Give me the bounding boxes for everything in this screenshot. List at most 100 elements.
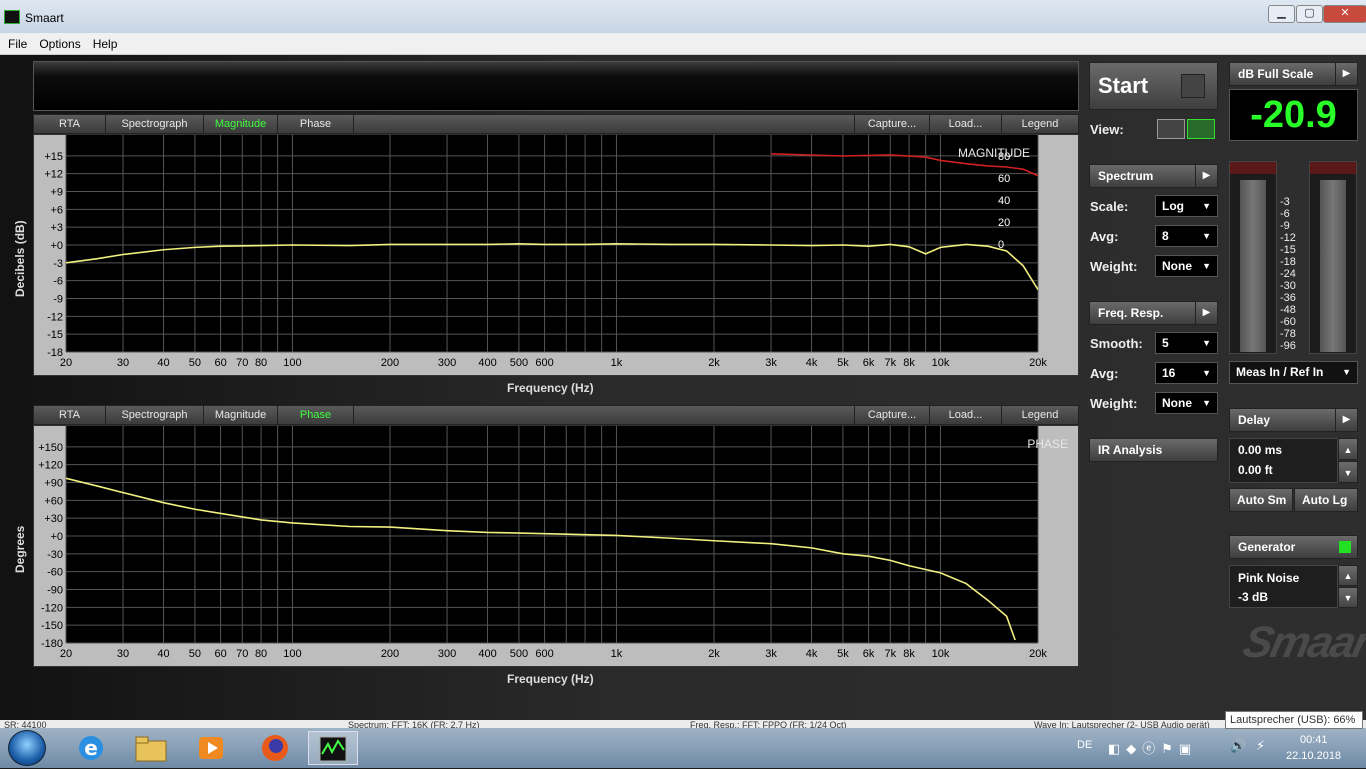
close-button[interactable]: ✕ <box>1323 5 1366 23</box>
clock-date[interactable]: 22.10.2018 <box>1286 750 1341 762</box>
delay-arrow-icon[interactable]: ▶ <box>1335 409 1357 431</box>
y-tick-label: +12 <box>44 169 63 181</box>
weight-label: Weight: <box>1090 259 1138 274</box>
clock-time[interactable]: 00:41 <box>1300 734 1328 746</box>
minimize-button[interactable]: ▁ <box>1268 5 1295 23</box>
phase-plot[interactable]: +150 +120 +90 +60 +30 +0 -30 -60 -90 -120 -150 -180… <box>33 425 1079 667</box>
chevron-down-icon: ▼ <box>1202 338 1211 348</box>
tab-phase[interactable]: Phase <box>278 406 354 424</box>
ir-analysis-button[interactable]: IR Analysis <box>1089 438 1218 462</box>
single-view-icon[interactable] <box>1157 119 1185 139</box>
tab-rta[interactable]: RTA <box>34 406 106 424</box>
meter-tick: -30 <box>1280 280 1296 292</box>
tab-spectrograph[interactable]: Spectrograph <box>106 406 204 424</box>
scale-select[interactable]: Log ▼ <box>1155 195 1218 217</box>
x-tick-label: 200 <box>381 357 399 369</box>
avg2-select[interactable]: 16 ▼ <box>1155 362 1218 384</box>
meter-tick: -60 <box>1280 316 1296 328</box>
smooth-select[interactable]: 5 ▼ <box>1155 332 1218 354</box>
speaker-icon[interactable]: 🔊 <box>1230 738 1246 754</box>
dbfs-readout: -20.9 <box>1229 89 1358 141</box>
tab-spectrograph[interactable]: Spectrograph <box>106 115 204 133</box>
magnitude-plot[interactable]: +15 +12 +9 +6 +3 +0 -3 -6 -9 -12 -15 -18 20 30 40 50 60 7… <box>33 134 1079 376</box>
weight2-select[interactable]: None ▼ <box>1155 392 1218 414</box>
x-tick-label: 7k <box>884 357 896 369</box>
chevron-down-icon: ▼ <box>1202 201 1211 211</box>
language-indicator[interactable]: DE <box>1077 739 1092 751</box>
y-tick-label: +6 <box>50 204 63 216</box>
file-explorer-icon[interactable] <box>126 731 176 765</box>
tab-magnitude[interactable]: Magnitude <box>204 406 278 424</box>
y-tick-label: +0 <box>50 240 63 252</box>
load-button[interactable]: Load... <box>930 115 1002 133</box>
weight-select[interactable]: None ▼ <box>1155 255 1218 277</box>
delay-value-box: 0.00 ms 0.00 ft <box>1229 438 1338 483</box>
delay-button[interactable]: Delay ▶ <box>1229 408 1358 432</box>
capture-button[interactable]: Capture... <box>854 406 930 424</box>
scale-label: Scale: <box>1090 199 1129 214</box>
y-tick-label: -90 <box>47 585 63 597</box>
title-bar: Smaart ▁ ▢ ✕ <box>0 0 1366 33</box>
freq-resp-button[interactable]: Freq. Resp. ▶ <box>1089 301 1218 325</box>
x-tick-label: 50 <box>189 648 201 660</box>
tab-magnitude[interactable]: Magnitude <box>204 115 278 133</box>
menu-help[interactable]: Help <box>85 33 122 51</box>
dbfs-button[interactable]: dB Full Scale ▶ <box>1229 62 1358 86</box>
dbfs-arrow-icon[interactable]: ▶ <box>1335 63 1357 85</box>
delay-up-icon[interactable]: ▲ <box>1338 438 1358 460</box>
x-tick-label: 4k <box>806 357 818 369</box>
x-tick-label: 50 <box>189 357 201 369</box>
auto-sm-button[interactable]: Auto Sm <box>1229 488 1293 512</box>
internet-explorer-icon[interactable]: e <box>66 731 116 765</box>
meas-ref-select[interactable]: Meas In / Ref In ▼ <box>1229 361 1358 384</box>
windows-start-icon[interactable] <box>8 730 46 766</box>
delay-ft: 0.00 ft <box>1238 463 1273 477</box>
spectrum-arrow-icon[interactable]: ▶ <box>1195 165 1217 187</box>
x-tick-label: 600 <box>535 357 553 369</box>
maximize-button[interactable]: ▢ <box>1296 5 1323 23</box>
freq-resp-arrow-icon[interactable]: ▶ <box>1195 302 1217 324</box>
x-tick-label: 70 <box>236 357 248 369</box>
secondary-y-tick-label: 60 <box>998 173 1010 185</box>
x-tick-label: 8k <box>903 648 915 660</box>
legend-button[interactable]: Legend <box>1002 115 1078 133</box>
meter-tick: -6 <box>1280 208 1290 220</box>
phase-chart: +150+120+90+60+30+0-30-60-90-120-150-180… <box>38 426 1068 660</box>
auto-lg-button[interactable]: Auto Lg <box>1294 488 1358 512</box>
generator-up-icon[interactable]: ▲ <box>1338 565 1358 586</box>
generator-button[interactable]: Generator <box>1229 535 1358 559</box>
x-tick-label: 600 <box>535 648 553 660</box>
meter-tick: -48 <box>1280 304 1296 316</box>
x-tick-label: 6k <box>863 357 875 369</box>
generator-on-indicator[interactable] <box>1339 541 1351 553</box>
title-strip <box>33 61 1079 111</box>
freq-resp-label: Freq. Resp. <box>1098 306 1164 320</box>
y-tick-label: -30 <box>47 549 63 561</box>
tray-icons[interactable]: ◧◆ⓔ⚑▣ <box>1108 738 1228 757</box>
generator-down-icon[interactable]: ▼ <box>1338 587 1358 608</box>
meter-tick: -78 <box>1280 328 1296 340</box>
load-button[interactable]: Load... <box>930 406 1002 424</box>
legend-button[interactable]: Legend <box>1002 406 1078 424</box>
avg-select[interactable]: 8 ▼ <box>1155 225 1218 247</box>
capture-button[interactable]: Capture... <box>854 115 930 133</box>
start-button[interactable]: Start <box>1089 62 1218 110</box>
media-player-icon[interactable] <box>186 731 236 765</box>
spectrum-button[interactable]: Spectrum ▶ <box>1089 164 1218 188</box>
delay-down-icon[interactable]: ▼ <box>1338 461 1358 483</box>
y-tick-label: +0 <box>50 531 63 543</box>
x-tick-label: 7k <box>884 648 896 660</box>
smaart-taskbar-icon[interactable] <box>308 731 358 765</box>
app-icon <box>4 10 20 24</box>
spectrum-label: Spectrum <box>1098 169 1154 183</box>
x-tick-label: 10k <box>932 648 950 660</box>
menu-file[interactable]: File <box>0 33 31 51</box>
tab-phase[interactable]: Phase <box>278 115 354 133</box>
smooth-value: 5 <box>1162 336 1169 350</box>
menu-options[interactable]: Options <box>31 33 84 51</box>
dual-view-icon[interactable] <box>1187 119 1215 139</box>
firefox-icon[interactable] <box>250 731 300 765</box>
x-tick-label: 20 <box>60 648 72 660</box>
network-icon[interactable]: ⚡ <box>1256 738 1265 754</box>
tab-rta[interactable]: RTA <box>34 115 106 133</box>
